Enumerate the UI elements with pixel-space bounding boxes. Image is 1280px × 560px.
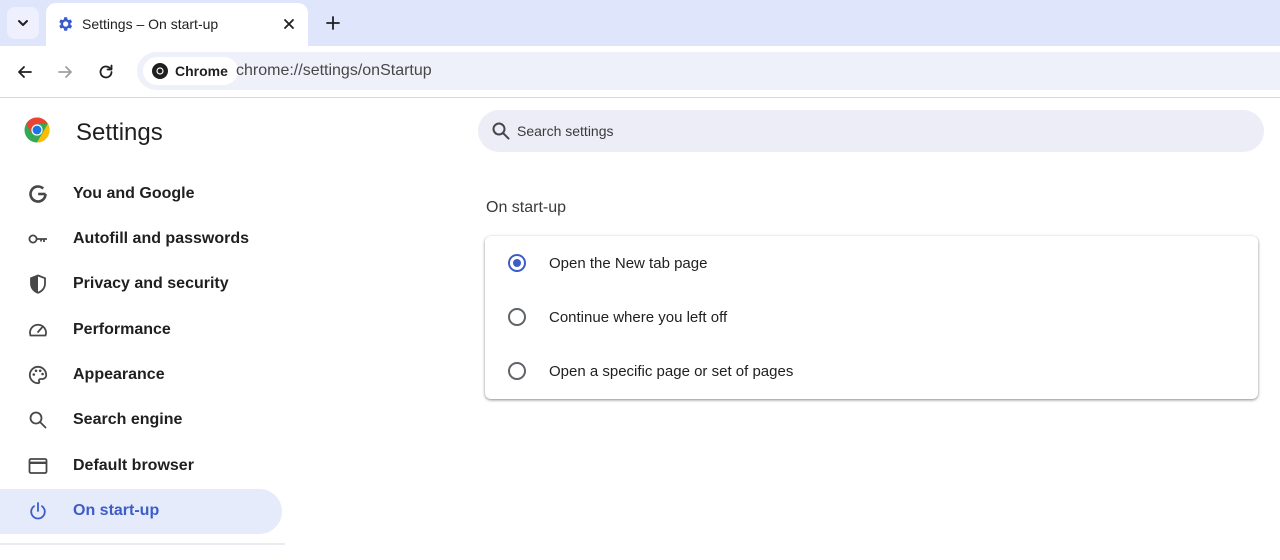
browser-toolbar: Chrome chrome://settings/onStartup bbox=[0, 46, 1280, 98]
sidebar-item-label: Appearance bbox=[73, 366, 165, 383]
site-info-chip[interactable]: Chrome bbox=[143, 57, 238, 85]
sidebar-item-search-engine[interactable]: Search engine bbox=[0, 398, 282, 443]
google-g-icon bbox=[29, 185, 47, 203]
startup-option-new-tab[interactable]: Open the New tab page bbox=[485, 236, 1258, 290]
sidebar-item-you-and-google[interactable]: You and Google bbox=[0, 172, 282, 217]
settings-gear-icon bbox=[59, 17, 73, 31]
search-icon bbox=[492, 122, 510, 140]
sidebar-item-performance[interactable]: Performance bbox=[0, 308, 282, 353]
power-icon bbox=[30, 502, 46, 520]
sidebar-item-label: Default browser bbox=[73, 457, 194, 474]
settings-page-title: Settings bbox=[76, 119, 163, 146]
section-title: On start-up bbox=[486, 199, 567, 216]
sidebar-item-label: On start-up bbox=[73, 502, 160, 519]
option-label: Continue where you left off bbox=[549, 309, 728, 326]
search-icon bbox=[29, 411, 47, 429]
option-label: Open the New tab page bbox=[549, 255, 708, 272]
arrow-right-icon bbox=[58, 66, 72, 78]
option-label: Open a specific page or set of pages bbox=[549, 363, 794, 380]
chip-label: Chrome bbox=[175, 63, 228, 79]
tab-close-button[interactable] bbox=[278, 13, 300, 35]
chrome-logo-icon bbox=[152, 63, 168, 79]
speedometer-icon bbox=[29, 323, 47, 337]
active-tab[interactable]: Settings – On start-up bbox=[46, 3, 308, 46]
sidebar-item-default-browser[interactable]: Default browser bbox=[0, 444, 282, 489]
sidebar-item-autofill[interactable]: Autofill and passwords bbox=[0, 217, 282, 262]
arrow-left-icon bbox=[18, 66, 32, 78]
tab-title: Settings – On start-up bbox=[82, 16, 219, 32]
url-text[interactable]: chrome://settings/onStartup bbox=[236, 62, 432, 80]
reload-icon bbox=[99, 64, 113, 79]
radio-button[interactable] bbox=[508, 362, 526, 380]
search-settings-input[interactable]: Search settings bbox=[478, 110, 1264, 152]
sidebar-item-privacy[interactable]: Privacy and security bbox=[0, 262, 282, 307]
sidebar-item-appearance[interactable]: Appearance bbox=[0, 353, 282, 398]
sidebar-item-label: You and Google bbox=[73, 185, 195, 202]
reload-button[interactable] bbox=[92, 58, 120, 86]
plus-icon bbox=[326, 16, 340, 30]
chrome-logo-icon bbox=[24, 117, 50, 143]
sidebar-item-label: Performance bbox=[73, 321, 171, 338]
tab-search-button[interactable] bbox=[7, 7, 39, 39]
radio-button[interactable] bbox=[508, 254, 526, 272]
startup-options-card: Open the New tab page Continue where you… bbox=[485, 236, 1258, 399]
sidebar-divider bbox=[0, 543, 285, 545]
sidebar-item-label: Autofill and passwords bbox=[73, 230, 250, 247]
sidebar-item-label: Search engine bbox=[73, 411, 183, 428]
startup-option-continue[interactable]: Continue where you left off bbox=[485, 290, 1258, 344]
radio-button[interactable] bbox=[508, 308, 526, 326]
search-placeholder: Search settings bbox=[517, 123, 614, 139]
sidebar-item-label: Privacy and security bbox=[73, 275, 229, 292]
close-icon bbox=[284, 19, 294, 29]
address-bar[interactable]: Chrome chrome://settings/onStartup bbox=[137, 52, 1280, 90]
key-icon bbox=[28, 234, 47, 244]
startup-option-specific-pages[interactable]: Open a specific page or set of pages bbox=[485, 344, 1258, 398]
shield-icon bbox=[30, 274, 46, 294]
new-tab-button[interactable] bbox=[318, 8, 348, 38]
tab-strip: Settings – On start-up bbox=[0, 0, 1280, 46]
sidebar-item-on-startup[interactable]: On start-up bbox=[0, 489, 282, 534]
back-button[interactable] bbox=[11, 58, 39, 86]
chevron-down-icon bbox=[18, 20, 28, 26]
palette-icon bbox=[28, 365, 48, 385]
forward-button[interactable] bbox=[51, 58, 79, 86]
browser-window-icon bbox=[28, 458, 48, 474]
